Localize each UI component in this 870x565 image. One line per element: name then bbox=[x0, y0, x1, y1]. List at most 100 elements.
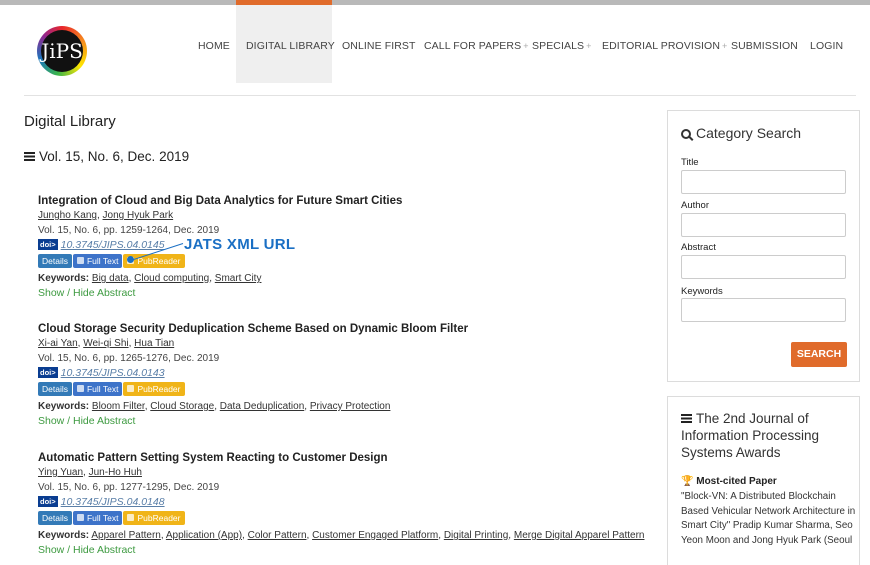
keyword-link[interactable]: Big data bbox=[92, 273, 129, 284]
toggle-abstract-link[interactable]: Show / Hide Abstract bbox=[38, 286, 658, 301]
nav-online-first-label: ONLINE FIRST bbox=[342, 40, 416, 52]
author-link[interactable]: Jungho Kang bbox=[38, 210, 97, 221]
pubreader-button[interactable]: PubReader bbox=[123, 382, 185, 396]
full-text-button[interactable]: Full Text bbox=[72, 511, 123, 525]
article-buttons: Details Full Text PubReader bbox=[38, 382, 658, 399]
keywords-label: Keywords: bbox=[38, 273, 90, 284]
article-title[interactable]: Cloud Storage Security Deduplication Sch… bbox=[38, 321, 658, 337]
article-meta: Vol. 15, No. 6, pp. 1277-1295, Dec. 2019 bbox=[38, 482, 220, 493]
article-authors: Xi-ai Yan, Wei-qi Shi, Hua Tian bbox=[38, 338, 175, 349]
abstract-input[interactable] bbox=[681, 255, 846, 279]
article-doi: doi> 10.3745/JIPS.04.0143 bbox=[38, 366, 658, 381]
document-icon bbox=[76, 514, 84, 521]
author-link[interactable]: Hua Tian bbox=[134, 338, 174, 349]
details-button[interactable]: Details bbox=[38, 382, 72, 396]
full-text-label: Full Text bbox=[86, 256, 119, 266]
nav-home[interactable]: HOME bbox=[198, 40, 230, 52]
keywords-field-label: Keywords bbox=[681, 286, 723, 297]
document-icon bbox=[76, 385, 84, 392]
article-doi: doi> 10.3745/JIPS.04.0145 bbox=[38, 238, 658, 253]
nav-submission[interactable]: SUBMISSION bbox=[731, 40, 798, 52]
full-text-button[interactable]: Full Text bbox=[72, 382, 123, 396]
most-cited-label: Most-cited Paper bbox=[696, 476, 777, 487]
article-keywords: Keywords: Big data, Cloud computing, Sma… bbox=[38, 273, 262, 284]
keyword-link[interactable]: Application (App) bbox=[166, 530, 242, 541]
list-icon bbox=[24, 152, 35, 161]
title-label: Title bbox=[681, 157, 699, 168]
author-link[interactable]: Wei-qi Shi bbox=[83, 338, 128, 349]
nav-home-label: HOME bbox=[198, 40, 230, 52]
article-authors: Jungho Kang, Jong Hyuk Park bbox=[38, 210, 174, 221]
annotation-pointer-dot bbox=[127, 256, 134, 263]
toggle-abstract-link[interactable]: Show / Hide Abstract bbox=[38, 543, 658, 558]
full-text-label: Full Text bbox=[86, 384, 119, 394]
nav-editorial-provision-label: EDITORIAL PROVISION bbox=[602, 40, 721, 52]
nav-login-label: LOGIN bbox=[810, 40, 844, 52]
nav-editorial-provision[interactable]: EDITORIAL PROVISION + bbox=[602, 40, 727, 52]
keyword-link[interactable]: Color Pattern bbox=[248, 530, 307, 541]
nav-submission-label: SUBMISSION bbox=[731, 40, 798, 52]
book-icon bbox=[127, 385, 135, 392]
article-authors: Ying Yuan, Jun-Ho Huh bbox=[38, 467, 142, 478]
keyword-link[interactable]: Privacy Protection bbox=[310, 401, 391, 412]
header-divider bbox=[24, 95, 856, 96]
page-title: Digital Library bbox=[24, 113, 116, 130]
title-input[interactable] bbox=[681, 170, 846, 194]
plus-icon: + bbox=[523, 41, 529, 51]
search-icon bbox=[681, 129, 691, 139]
keyword-link[interactable]: Bloom Filter bbox=[92, 401, 145, 412]
article-item: Cloud Storage Security Deduplication Sch… bbox=[38, 321, 658, 429]
doi-link[interactable]: 10.3745/JIPS.04.0143 bbox=[61, 367, 165, 379]
search-button[interactable]: SEARCH bbox=[791, 342, 847, 367]
nav-specials-label: SPECIALS bbox=[532, 40, 585, 52]
nav-call-for-papers[interactable]: CALL FOR PAPERS + bbox=[424, 40, 529, 52]
jats-xml-annotation: JATS XML URL bbox=[184, 236, 296, 253]
nav-digital-library[interactable]: DIGITAL LIBRARY bbox=[246, 40, 335, 52]
doi-link[interactable]: 10.3745/JIPS.04.0148 bbox=[61, 496, 165, 508]
keyword-link[interactable]: Merge Digital Apparel Pattern bbox=[514, 530, 645, 541]
author-link[interactable]: Jong Hyuk Park bbox=[103, 210, 174, 221]
keywords-input[interactable] bbox=[681, 298, 846, 322]
most-cited-heading: 🏆 Most-cited Paper bbox=[681, 476, 777, 487]
keyword-link[interactable]: Apparel Pattern bbox=[91, 530, 161, 541]
pubreader-button[interactable]: PubReader bbox=[123, 511, 185, 525]
keyword-link[interactable]: Digital Printing bbox=[444, 530, 508, 541]
author-link[interactable]: Ying Yuan bbox=[38, 467, 83, 478]
article-buttons: Details Full Text PubReader bbox=[38, 511, 658, 528]
doi-link[interactable]: 10.3745/JIPS.04.0145 bbox=[61, 239, 165, 251]
details-button[interactable]: Details bbox=[38, 511, 72, 525]
nav-login[interactable]: LOGIN bbox=[810, 40, 843, 52]
article-item: Automatic Pattern Setting System Reactin… bbox=[38, 450, 658, 558]
toggle-abstract-link[interactable]: Show / Hide Abstract bbox=[38, 414, 658, 429]
pubreader-label: PubReader bbox=[137, 513, 181, 523]
article-title[interactable]: Automatic Pattern Setting System Reactin… bbox=[38, 450, 658, 466]
nav-active-indicator bbox=[236, 0, 332, 5]
top-bar bbox=[0, 0, 870, 5]
nav-specials[interactable]: SPECIALS + bbox=[532, 40, 592, 52]
author-link[interactable]: Jun-Ho Huh bbox=[89, 467, 142, 478]
keyword-link[interactable]: Cloud computing bbox=[134, 273, 209, 284]
details-button[interactable]: Details bbox=[38, 254, 72, 268]
pubreader-label: PubReader bbox=[137, 384, 181, 394]
doi-badge: doi> bbox=[38, 239, 58, 250]
author-input[interactable] bbox=[681, 213, 846, 237]
volume-heading: Vol. 15, No. 6, Dec. 2019 bbox=[24, 149, 189, 164]
keyword-link[interactable]: Customer Engaged Platform bbox=[312, 530, 438, 541]
author-link[interactable]: Xi-ai Yan bbox=[38, 338, 78, 349]
keyword-link[interactable]: Cloud Storage bbox=[150, 401, 214, 412]
article-doi: doi> 10.3745/JIPS.04.0148 bbox=[38, 495, 658, 510]
main-nav: HOME DIGITAL LIBRARY ONLINE FIRST CALL F… bbox=[0, 40, 870, 54]
keyword-link[interactable]: Data Deduplication bbox=[220, 401, 305, 412]
category-search-title: Category Search bbox=[696, 125, 802, 141]
article-title[interactable]: Integration of Cloud and Big Data Analyt… bbox=[38, 193, 658, 209]
volume-label: Vol. 15, No. 6, Dec. 2019 bbox=[39, 149, 190, 164]
full-text-label: Full Text bbox=[86, 513, 119, 523]
keyword-link[interactable]: Smart City bbox=[215, 273, 262, 284]
document-icon bbox=[76, 257, 84, 264]
awards-panel: The 2nd Journal of Information Processin… bbox=[667, 396, 860, 565]
list-icon bbox=[681, 414, 692, 423]
full-text-button[interactable]: Full Text bbox=[72, 254, 123, 268]
most-cited-paper-text[interactable]: "Block-VN: A Distributed Blockchain Base… bbox=[681, 490, 857, 548]
doi-badge: doi> bbox=[38, 496, 58, 507]
nav-online-first[interactable]: ONLINE FIRST bbox=[342, 40, 416, 52]
